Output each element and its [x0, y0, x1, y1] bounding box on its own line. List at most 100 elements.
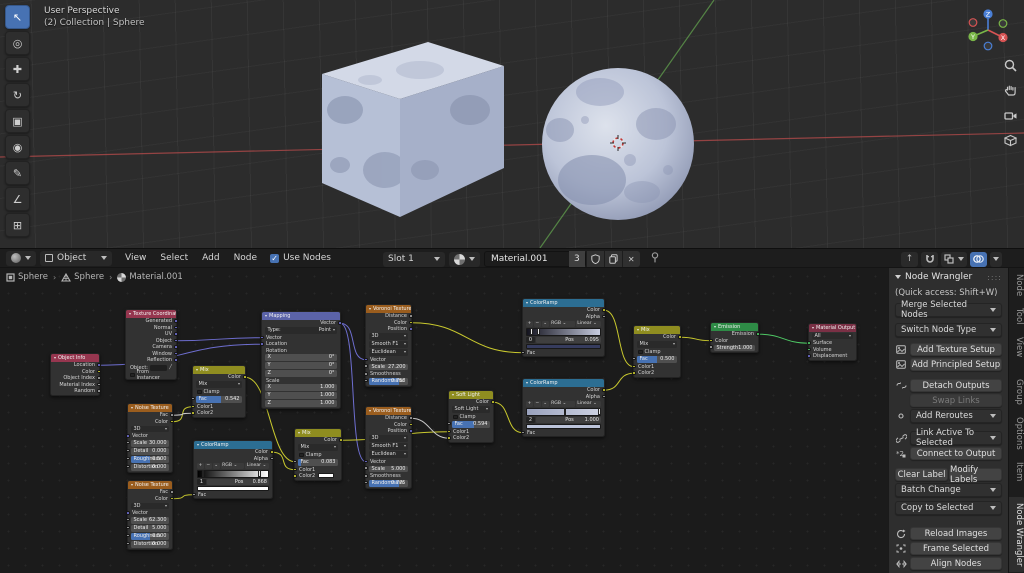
field-distortion[interactable]: Distortion0.000 — [131, 541, 169, 548]
field-x[interactable]: X1.000 — [265, 384, 337, 391]
socket-color[interactable] — [709, 339, 713, 343]
stop-position-field[interactable]: Pos1.000 — [536, 417, 601, 423]
field-y[interactable]: Y1.000 — [265, 392, 337, 399]
collapse-icon[interactable] — [54, 357, 56, 359]
socket-color[interactable] — [602, 388, 606, 392]
socket-color1[interactable] — [632, 365, 636, 369]
menu-node[interactable]: Node — [227, 253, 265, 263]
gizmo-x-neg[interactable] — [969, 19, 977, 27]
field-fac[interactable]: Fac0.542 — [196, 396, 242, 403]
node-mix1[interactable]: MixColorMixClampFac0.542Color1Color2 — [192, 365, 246, 418]
node-header[interactable]: ColorRamp — [194, 441, 272, 449]
socket-alpha[interactable] — [602, 395, 606, 399]
field-fac[interactable]: Fac0.500 — [637, 356, 677, 363]
socket-scale[interactable] — [364, 364, 368, 368]
add-principled-setup-button[interactable]: Add Principled Setup — [910, 358, 1002, 371]
gradient-handle[interactable] — [202, 470, 205, 477]
socket-color[interactable] — [170, 420, 174, 424]
field-scale[interactable]: Scale62.300 — [131, 517, 169, 524]
socket-distance[interactable] — [409, 314, 413, 318]
socket-fac[interactable] — [170, 413, 174, 417]
detach-outputs-button[interactable]: Detach Outputs — [910, 379, 1002, 392]
collapse-icon[interactable] — [812, 327, 814, 329]
node-header[interactable]: Noise Texture — [128, 404, 172, 412]
socket-fac[interactable] — [521, 431, 525, 435]
reload-images-button[interactable]: Reload Images — [910, 527, 1002, 540]
socket-normal[interactable] — [174, 326, 178, 330]
tab-view[interactable]: View — [1009, 331, 1024, 363]
tab-item[interactable]: Item — [1009, 456, 1024, 487]
interpolation-select[interactable]: Linear ⌄ — [576, 321, 601, 327]
gradient-handle[interactable] — [537, 328, 540, 335]
socket-roughness[interactable] — [126, 534, 130, 538]
node-checkbox-from-instancer[interactable]: From Instancer — [126, 372, 176, 379]
switch-node-type-select[interactable]: Switch Node Type — [895, 323, 1002, 337]
field-roughness[interactable]: Roughness0.500 — [131, 533, 169, 540]
gradient-handle[interactable] — [598, 408, 601, 415]
field-fac[interactable]: Fac0.083 — [298, 459, 338, 466]
socket-object-index[interactable] — [97, 376, 101, 380]
node-noise2[interactable]: Noise TextureFacColor3DVectorScale62.300… — [127, 480, 173, 550]
dropdown-3d[interactable]: 3D — [369, 333, 408, 340]
socket-fac[interactable] — [293, 460, 297, 464]
stop-color-swatch[interactable] — [197, 486, 269, 492]
collapse-icon[interactable] — [526, 382, 528, 384]
scale-tool-icon[interactable]: ▣ — [5, 109, 30, 133]
node-mix3[interactable]: MixColorMixClampFac0.500Color1Color2 — [633, 325, 681, 378]
menu-view[interactable]: View — [118, 253, 153, 263]
color-swatch[interactable] — [318, 473, 334, 478]
collapse-icon[interactable] — [298, 432, 300, 434]
socket-reflection[interactable] — [174, 358, 178, 362]
cursor-tool-icon[interactable]: ◎ — [5, 31, 30, 55]
stop-index-field[interactable]: 0 — [526, 337, 535, 343]
new-material-copy-button[interactable] — [605, 251, 622, 267]
navigation-gizmo[interactable]: Z X Y — [964, 6, 1012, 54]
go-parent-node-tree-icon[interactable]: ↑ — [901, 252, 918, 267]
sphere-object[interactable] — [542, 68, 694, 220]
merge-selected-nodes-select[interactable]: Merge Selected Nodes — [895, 303, 1002, 317]
checkbox-unchecked-icon[interactable] — [130, 373, 135, 378]
node-header[interactable]: Emission — [711, 323, 758, 331]
stop-options-button[interactable]: ⌄ — [542, 401, 549, 407]
link-active-to-selected-select[interactable]: Link Active To Selected — [910, 431, 1002, 445]
socket-color[interactable] — [270, 450, 274, 454]
node-header[interactable]: Voronoi Texture — [366, 407, 411, 415]
node-softlight[interactable]: Soft LightColorSoft LightClampFac0.594Co… — [448, 390, 494, 443]
add-cube-tool-icon[interactable]: ⊞ — [5, 213, 30, 237]
socket-fac[interactable] — [191, 397, 195, 401]
3d-viewport[interactable]: User Perspective (2) Collection | Sphere… — [0, 0, 1024, 248]
socket-color[interactable] — [243, 375, 247, 379]
add-stop-button[interactable]: + — [526, 321, 533, 327]
interpolation-select[interactable]: Linear ⌄ — [576, 401, 601, 407]
socket-color[interactable] — [409, 321, 413, 325]
modify-labels-button[interactable]: Modify Labels — [949, 468, 1002, 481]
gradient-handle[interactable] — [530, 328, 533, 335]
field-scale[interactable]: Scale5.000 — [369, 466, 408, 473]
socket-color[interactable] — [409, 423, 413, 427]
collapse-icon[interactable] — [452, 394, 454, 396]
node-header[interactable]: Noise Texture — [128, 481, 172, 489]
dropdown-all[interactable]: All — [812, 333, 853, 340]
add-stop-button[interactable]: + — [526, 401, 533, 407]
stop-index-field[interactable]: 1 — [197, 479, 206, 485]
dropdown-mix[interactable]: Mix — [196, 381, 242, 388]
annotate-tool-icon[interactable]: ✎ — [5, 161, 30, 185]
socket-generated[interactable] — [174, 319, 178, 323]
field-z[interactable]: Z0° — [265, 370, 337, 377]
socket-smoothness[interactable] — [364, 474, 368, 478]
socket-color2[interactable] — [632, 371, 636, 375]
node-header[interactable]: ColorRamp — [523, 299, 604, 307]
stop-color-swatch[interactable] — [526, 424, 601, 430]
checkbox-unchecked-icon[interactable] — [299, 453, 304, 458]
socket-volume[interactable] — [807, 348, 811, 352]
stop-options-button[interactable]: ⌄ — [542, 321, 549, 327]
shader-type-select[interactable]: Object — [40, 251, 112, 266]
overlays-toggle-icon[interactable] — [970, 252, 987, 267]
socket-strength[interactable] — [709, 345, 713, 349]
node-matout[interactable]: Material OutputAllSurfaceVolumeDisplacem… — [808, 323, 857, 361]
node-objectinfo[interactable]: Object InfoLocationColorObject IndexMate… — [50, 353, 100, 396]
node-noise1[interactable]: Noise TextureFacColor3DVectorScale30.000… — [127, 403, 173, 473]
socket-detail[interactable] — [126, 526, 130, 530]
colorramp-gradient[interactable] — [526, 408, 601, 416]
node-header[interactable]: Mapping — [262, 312, 340, 320]
